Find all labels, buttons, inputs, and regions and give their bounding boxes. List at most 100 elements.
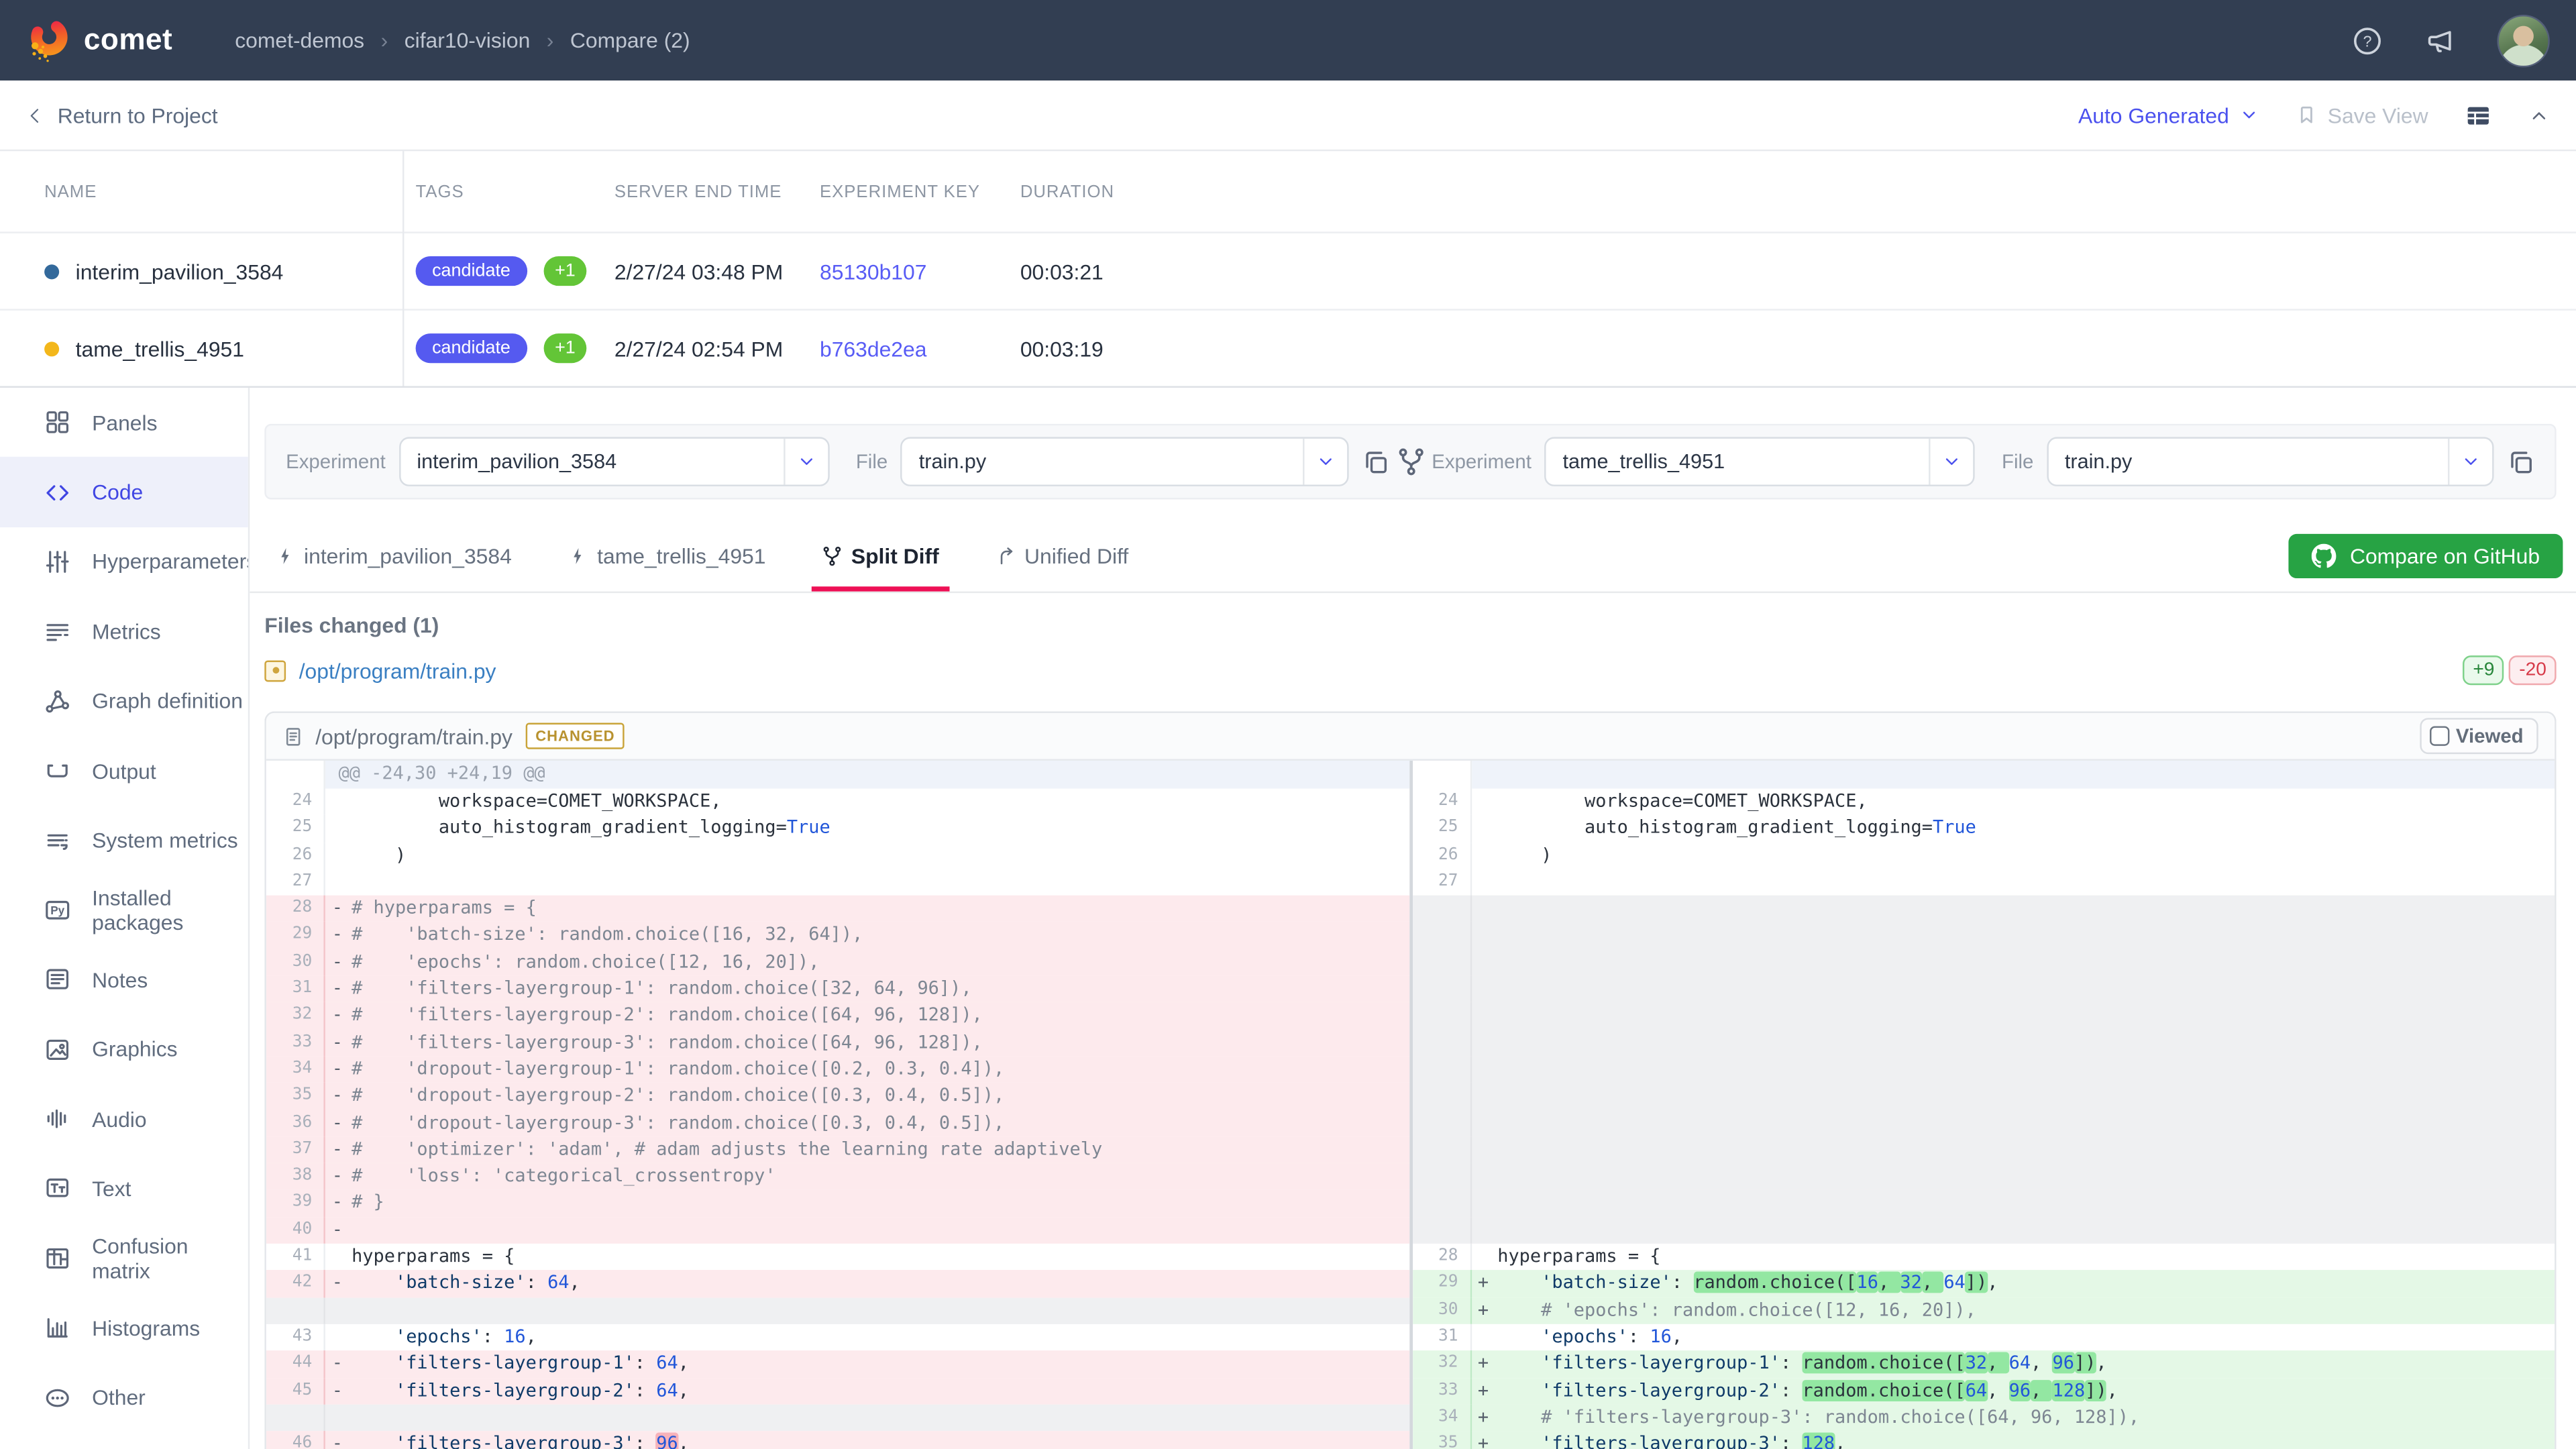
sidebar-item-installed-packages[interactable]: PyInstalled packages <box>0 875 248 945</box>
compare-on-github-button[interactable]: Compare on GitHub <box>2289 533 2563 578</box>
sidebar-item-notes[interactable]: Notes <box>0 945 248 1014</box>
sidebar-item-panels[interactable]: Panels <box>0 388 248 458</box>
viewed-checkbox[interactable] <box>2430 726 2449 745</box>
tag-badge[interactable]: candidate <box>416 333 527 363</box>
table-layout-icon[interactable] <box>2464 101 2492 129</box>
breadcrumb-item[interactable]: Compare (2) <box>570 28 690 53</box>
sidebar-item-output[interactable]: Output <box>0 736 248 806</box>
line-number <box>1412 922 1471 949</box>
sidebar-item-label: Panels <box>92 410 157 435</box>
line-number <box>1412 1057 1471 1083</box>
diff-alignment-gap <box>1412 976 2555 1003</box>
view-name-dropdown[interactable]: Auto Generated <box>2078 103 2259 127</box>
line-number: 32 <box>266 1003 325 1030</box>
experiment-key-link[interactable]: b763de2ea <box>820 336 926 361</box>
diff-code: -# 'filters-layergroup-1': random.choice… <box>325 976 1409 1003</box>
diff-sign: - <box>332 1163 343 1190</box>
experiment-table-row[interactable]: interim_pavilion_3584candidate+12/27/24 … <box>0 231 2576 309</box>
hyperparameters-icon <box>44 549 70 575</box>
diff-code: workspace=COMET_WORKSPACE, <box>325 789 1409 816</box>
tab-unified-diff[interactable]: Unified Diff <box>985 519 1138 592</box>
sidebar-item-label: Confusion matrix <box>92 1234 248 1283</box>
changed-file-link[interactable]: /opt/program/train.py <box>299 658 496 683</box>
collapse-chevron-icon[interactable] <box>2528 105 2550 126</box>
save-view-button[interactable]: Save View <box>2295 103 2428 127</box>
diff-code: -# hyperparams = { <box>325 896 1409 922</box>
line-number: 34 <box>1412 1404 1471 1431</box>
sidebar-item-graphics[interactable]: Graphics <box>0 1014 248 1084</box>
diff-code: -# 'optimizer': 'adam', # adam adjusts t… <box>325 1136 1409 1163</box>
line-number <box>266 761 325 789</box>
diff-code: + 'batch-size': random.choice([16, 32, 6… <box>1471 1271 2555 1297</box>
more-tags-badge[interactable]: +1 <box>543 256 587 286</box>
right-experiment-select[interactable]: tame_trellis_4951 <box>1545 437 1976 486</box>
breadcrumb-item[interactable]: comet-demos <box>235 28 364 53</box>
user-avatar[interactable] <box>2497 14 2549 66</box>
diff-line-ctx: 27 <box>266 869 1409 896</box>
experiment-key-link[interactable]: 85130b107 <box>820 259 926 284</box>
text-icon <box>44 1175 70 1201</box>
sidebar-item-graph-definition[interactable]: Graph definition <box>0 666 248 736</box>
sidebar-item-system-metrics[interactable]: System metrics <box>0 806 248 875</box>
comet-logo[interactable]: comet <box>26 18 172 62</box>
help-icon[interactable]: ? <box>2353 25 2382 55</box>
line-number: 27 <box>1412 869 1471 896</box>
chevron-down-icon <box>1315 451 1334 471</box>
copy-icon[interactable] <box>2507 447 2535 476</box>
chevron-down-icon <box>2239 105 2259 125</box>
tag-badge[interactable]: candidate <box>416 256 527 286</box>
diff-sign: - <box>332 1431 343 1449</box>
diff-line-add: 35+ 'filters-layergroup-3': 128, <box>1412 1431 2555 1449</box>
server-end-time-cell: 2/27/24 03:48 PM <box>601 259 806 284</box>
right-experiment-value: tame_trellis_4951 <box>1546 450 1929 473</box>
tab-interim-pavilion-3584[interactable]: interim_pavilion_3584 <box>264 519 521 592</box>
tab-tame-trellis-4951[interactable]: tame_trellis_4951 <box>557 519 775 592</box>
view-toolbar: Return to Project Auto Generated Save Vi… <box>0 80 2576 151</box>
line-number: 38 <box>266 1163 325 1190</box>
back-chevron-icon <box>26 106 44 124</box>
sidebar-item-code[interactable]: Code <box>0 458 248 527</box>
output-icon <box>44 757 70 784</box>
line-number: 33 <box>1412 1378 1471 1405</box>
line-number <box>1412 1217 1471 1244</box>
bolt-icon <box>274 545 296 566</box>
viewed-toggle[interactable]: Viewed <box>2420 718 2538 754</box>
breadcrumb-separator: › <box>381 28 388 53</box>
line-number: 28 <box>266 896 325 922</box>
tab-label: Unified Diff <box>1024 543 1128 568</box>
right-file-select[interactable]: train.py <box>2047 437 2494 486</box>
split-diff-view: @@ -24,30 +24,19 @@24 workspace=COMET_WO… <box>266 761 2555 1449</box>
diff-code: 'epochs': 16, <box>325 1324 1409 1351</box>
experiment-name: tame_trellis_4951 <box>76 336 244 361</box>
line-number: 41 <box>266 1244 325 1271</box>
diff-sign: - <box>332 1190 343 1217</box>
changed-file-row: /opt/program/train.py +9 -20 <box>264 655 2556 685</box>
breadcrumb-item[interactable]: cifar10-vision <box>405 28 531 53</box>
sidebar-item-audio[interactable]: Audio <box>0 1084 248 1154</box>
file-label: File <box>856 450 888 473</box>
diff-line-del: 38-# 'loss': 'categorical_crossentropy' <box>266 1163 1409 1190</box>
sidebar-item-other[interactable]: Other <box>0 1362 248 1432</box>
line-number <box>1412 1003 1471 1030</box>
left-file-value: train.py <box>902 450 1302 473</box>
line-number: 45 <box>266 1378 325 1405</box>
diff-alignment-gap <box>1412 1190 2555 1217</box>
announcements-icon[interactable] <box>2425 25 2455 55</box>
return-to-project-button[interactable]: Return to Project <box>26 103 217 127</box>
left-experiment-select[interactable]: interim_pavilion_3584 <box>398 437 829 486</box>
sidebar-item-text[interactable]: Text <box>0 1154 248 1224</box>
sidebar-item-histograms[interactable]: Histograms <box>0 1293 248 1363</box>
merge-icon <box>995 545 1016 566</box>
audio-icon <box>44 1106 70 1132</box>
left-file-select[interactable]: train.py <box>901 437 1348 486</box>
more-tags-badge[interactable]: +1 <box>543 333 587 363</box>
graph-icon <box>44 688 70 714</box>
diff-code: -# 'loss': 'categorical_crossentropy' <box>325 1163 1409 1190</box>
experiment-table-row[interactable]: tame_trellis_4951candidate+12/27/24 02:5… <box>0 309 2576 386</box>
copy-icon[interactable] <box>1361 447 1389 476</box>
tab-split-diff[interactable]: Split Diff <box>812 519 949 592</box>
sidebar-item-confusion-matrix[interactable]: Confusion matrix <box>0 1224 248 1293</box>
sidebar-item-hyperparameters[interactable]: Hyperparameters <box>0 527 248 597</box>
bookmark-icon <box>2295 103 2318 126</box>
sidebar-item-metrics[interactable]: Metrics <box>0 596 248 666</box>
